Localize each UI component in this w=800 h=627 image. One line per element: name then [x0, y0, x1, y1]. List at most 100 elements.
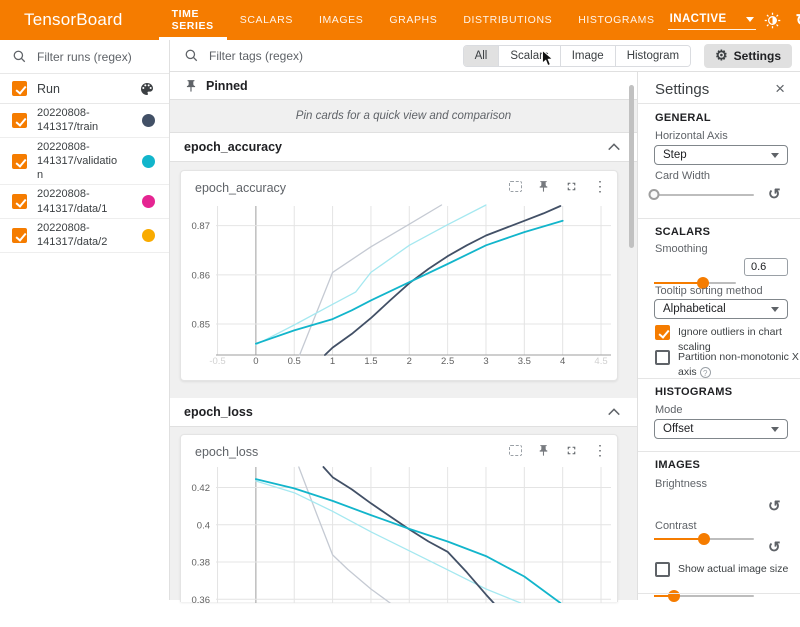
help-icon: ? [700, 367, 711, 378]
section-header-epoch-accuracy[interactable]: epoch_accuracy [170, 133, 637, 162]
svg-text:1: 1 [330, 356, 335, 367]
tab-images[interactable]: IMAGES [306, 0, 376, 40]
partition-x-axis-label: Partition non-monotonic X axis? [678, 350, 800, 380]
smoothing-label: Smoothing [655, 243, 708, 255]
fit-to-domain-button[interactable] [509, 445, 522, 456]
run-row-data-1[interactable]: 20220808-141317/data/1 [0, 185, 169, 219]
filter-tags-input[interactable] [209, 49, 409, 63]
run-checkbox[interactable] [12, 194, 27, 209]
cards-main-area: Pinned Pin cards for a quick view and co… [170, 72, 637, 600]
run-checkbox[interactable] [12, 228, 27, 243]
run-row-train[interactable]: 20220808-141317/train [0, 104, 169, 138]
svg-text:2.5: 2.5 [441, 356, 454, 367]
fit-to-domain-button[interactable] [509, 181, 522, 192]
brightness-reset-button[interactable]: ↺ [768, 498, 781, 516]
tab-histograms[interactable]: HISTOGRAMS [565, 0, 667, 40]
tab-graphs[interactable]: GRAPHS [376, 0, 450, 40]
run-checkbox[interactable] [12, 113, 27, 128]
section-header-epoch-loss[interactable]: epoch_loss [170, 398, 637, 427]
tooltip-sorting-value: Alphabetical [663, 303, 726, 315]
run-name: 20220808-141317/data/2 [37, 221, 123, 250]
horizontal-axis-select[interactable]: Step [654, 145, 788, 165]
pin-card-button[interactable] [537, 444, 550, 457]
header-actions: INACTIVE ↻ ⚙ ? [668, 7, 800, 33]
palette-icon[interactable] [139, 81, 155, 97]
run-name: 20220808-141317/validation [37, 140, 123, 183]
fullscreen-icon [565, 180, 578, 193]
svg-text:3: 3 [483, 356, 488, 367]
card-width-reset-button[interactable]: ↺ [768, 186, 781, 204]
epoch-loss-card: 00.511.522.533.540.360.380.40.42 epoch_l… [180, 434, 618, 602]
tab-scalars[interactable]: SCALARS [227, 0, 306, 40]
svg-text:0.36: 0.36 [192, 595, 211, 603]
slider-track [654, 282, 736, 284]
fullscreen-button[interactable] [565, 180, 578, 193]
chevron-up-icon[interactable] [607, 407, 621, 417]
brightness-slider[interactable] [654, 531, 754, 547]
partition-x-axis-row[interactable]: Partition non-monotonic X axis? [655, 350, 800, 380]
fit-domain-icon [509, 445, 522, 456]
general-heading: GENERAL [655, 112, 711, 124]
settings-button[interactable]: ⚙ Settings [704, 44, 792, 68]
search-icon [12, 49, 27, 64]
run-checkbox[interactable] [12, 154, 27, 169]
tag-toolbar: All Scalars Image Histogram ⚙ Settings [170, 40, 800, 72]
pinned-title: Pinned [206, 79, 248, 93]
slider-knob[interactable] [698, 533, 710, 545]
filter-chip-image[interactable]: Image [560, 46, 615, 66]
reset-icon: ↺ [768, 498, 781, 515]
show-actual-size-row[interactable]: Show actual image size [655, 562, 795, 577]
card-title: epoch_loss [195, 445, 258, 459]
slider-knob[interactable] [668, 590, 680, 602]
card-width-slider[interactable] [654, 187, 754, 203]
runs-filter [0, 40, 169, 74]
tooltip-sorting-select[interactable]: Alphabetical [654, 299, 788, 319]
svg-text:4: 4 [560, 356, 565, 367]
search-icon [184, 48, 199, 63]
svg-text:0.85: 0.85 [192, 320, 211, 331]
filter-runs-input[interactable] [37, 50, 157, 64]
horizontal-axis-value: Step [663, 149, 687, 161]
close-settings-button[interactable]: × [775, 80, 785, 99]
reload-status-select[interactable]: INACTIVE [668, 10, 756, 30]
filter-chip-all[interactable]: All [464, 46, 499, 66]
run-row-validation[interactable]: 20220808-141317/validation [0, 138, 169, 186]
svg-text:1.5: 1.5 [364, 356, 377, 367]
run-color-dot [142, 195, 155, 208]
svg-text:4.5: 4.5 [594, 356, 607, 367]
mouse-cursor [541, 50, 557, 68]
section-label: epoch_loss [184, 405, 253, 419]
close-icon: × [775, 79, 785, 98]
runs-sidebar: Run 20220808-141317/train 20220808-14131… [0, 40, 170, 600]
histogram-mode-select[interactable]: Offset [654, 419, 788, 439]
pin-icon [537, 180, 550, 193]
fullscreen-button[interactable] [565, 444, 578, 457]
partition-x-axis-checkbox[interactable] [655, 350, 670, 365]
theme-toggle-button[interactable] [760, 7, 786, 33]
contrast-reset-button[interactable]: ↺ [768, 539, 781, 557]
epoch-accuracy-card: -0.54.500.511.522.533.540.850.860.87 epo… [180, 170, 618, 381]
app-logo: TensorBoard [24, 10, 123, 30]
main-scrollbar[interactable] [629, 85, 634, 248]
smoothing-value-input[interactable]: 0.6 [744, 258, 788, 276]
tab-distributions[interactable]: DISTRIBUTIONS [450, 0, 565, 40]
status-value: INACTIVE [670, 13, 727, 25]
ignore-outliers-checkbox[interactable] [655, 325, 670, 340]
show-actual-size-checkbox[interactable] [655, 562, 670, 577]
filter-chip-histogram[interactable]: Histogram [615, 46, 690, 66]
refresh-button[interactable]: ↻ [790, 7, 800, 33]
slider-knob[interactable] [649, 189, 660, 200]
more-options-button[interactable]: ⋮ [593, 179, 607, 193]
epoch-loss-chart[interactable]: 00.511.522.533.540.360.380.40.42 [181, 435, 619, 603]
contrast-slider[interactable] [654, 588, 754, 604]
more-options-button[interactable]: ⋮ [593, 443, 607, 457]
epoch-accuracy-chart[interactable]: -0.54.500.511.522.533.540.850.860.87 [181, 171, 619, 382]
run-color-dot [142, 114, 155, 127]
chevron-up-icon[interactable] [607, 142, 621, 152]
tab-time-series[interactable]: TIME SERIES [159, 0, 227, 40]
run-row-data-2[interactable]: 20220808-141317/data/2 [0, 219, 169, 253]
select-all-runs-checkbox[interactable] [12, 81, 27, 96]
slider-fill [654, 538, 704, 540]
divider [638, 378, 800, 379]
pin-card-button[interactable] [537, 180, 550, 193]
